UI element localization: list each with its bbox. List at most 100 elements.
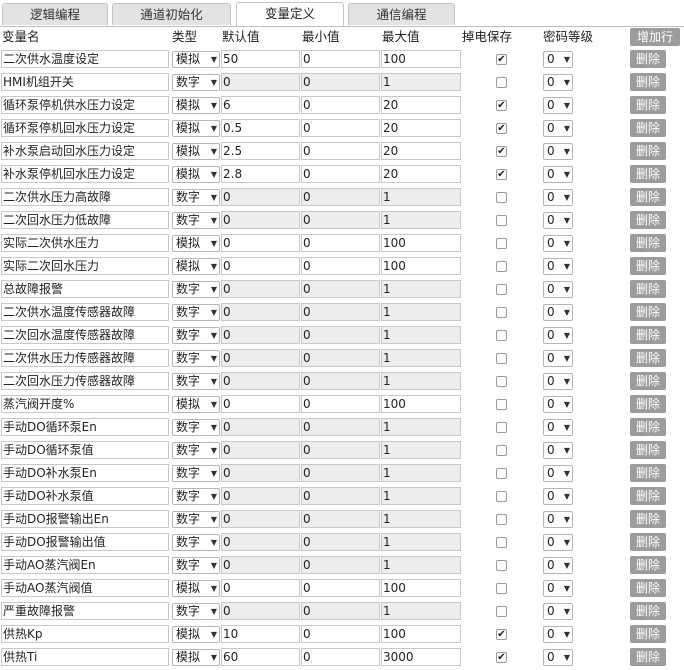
max-value-input[interactable]: 3000 <box>381 648 461 666</box>
default-value-input[interactable]: 0 <box>221 372 300 390</box>
max-value-input[interactable]: 20 <box>381 142 461 160</box>
default-value-input[interactable]: 0 <box>221 464 300 482</box>
variable-name-input[interactable]: 手动DO循环泵值 <box>1 441 169 459</box>
password-level-select[interactable]: 0 ▼ <box>543 327 573 344</box>
delete-row-button[interactable]: 删除 <box>630 234 666 252</box>
default-value-input[interactable]: 0 <box>221 188 300 206</box>
default-value-input[interactable]: 0 <box>221 349 300 367</box>
max-value-input[interactable]: 1 <box>381 73 461 91</box>
retain-checkbox[interactable]: ✔ <box>496 100 507 111</box>
retain-checkbox[interactable] <box>496 77 507 88</box>
default-value-input[interactable]: 0 <box>221 556 300 574</box>
variable-name-input[interactable]: 循环泵停机供水压力设定 <box>1 96 169 114</box>
variable-name-input[interactable]: 二次供水压力传感器故障 <box>1 349 169 367</box>
max-value-input[interactable]: 1 <box>381 188 461 206</box>
password-level-select[interactable]: 0 ▼ <box>543 419 573 436</box>
tab-logic-programming[interactable]: 逻辑编程 <box>2 3 108 25</box>
retain-checkbox[interactable] <box>496 445 507 456</box>
default-value-input[interactable]: 50 <box>221 50 300 68</box>
variable-name-input[interactable]: 手动AO蒸汽阀值 <box>1 579 169 597</box>
delete-row-button[interactable]: 删除 <box>630 96 666 114</box>
delete-row-button[interactable]: 删除 <box>630 211 666 229</box>
password-level-select[interactable]: 0 ▼ <box>543 442 573 459</box>
delete-row-button[interactable]: 删除 <box>630 395 666 413</box>
retain-checkbox[interactable] <box>496 583 507 594</box>
password-level-select[interactable]: 0 ▼ <box>543 120 573 137</box>
max-value-input[interactable]: 1 <box>381 326 461 344</box>
retain-checkbox[interactable]: ✔ <box>496 652 507 663</box>
min-value-input[interactable]: 0 <box>301 50 380 68</box>
type-select[interactable]: 数字 ▼ <box>172 304 220 321</box>
default-value-input[interactable]: 0 <box>221 211 300 229</box>
password-level-select[interactable]: 0 ▼ <box>543 166 573 183</box>
type-select[interactable]: 数字 ▼ <box>172 327 220 344</box>
min-value-input[interactable]: 0 <box>301 303 380 321</box>
variable-name-input[interactable]: 实际二次供水压力 <box>1 234 169 252</box>
default-value-input[interactable]: 0 <box>221 441 300 459</box>
default-value-input[interactable]: 0 <box>221 303 300 321</box>
min-value-input[interactable]: 0 <box>301 579 380 597</box>
password-level-select[interactable]: 0 ▼ <box>543 396 573 413</box>
min-value-input[interactable]: 0 <box>301 487 380 505</box>
type-select[interactable]: 数字 ▼ <box>172 419 220 436</box>
tab-variable-definition[interactable]: 变量定义 <box>236 2 344 26</box>
password-level-select[interactable]: 0 ▼ <box>543 626 573 643</box>
password-level-select[interactable]: 0 ▼ <box>543 373 573 390</box>
delete-row-button[interactable]: 删除 <box>630 50 666 68</box>
delete-row-button[interactable]: 删除 <box>630 648 666 666</box>
delete-row-button[interactable]: 删除 <box>630 142 666 160</box>
delete-row-button[interactable]: 删除 <box>630 625 666 643</box>
type-select[interactable]: 数字 ▼ <box>172 603 220 620</box>
variable-name-input[interactable]: 手动DO补水泵值 <box>1 487 169 505</box>
min-value-input[interactable]: 0 <box>301 395 380 413</box>
retain-checkbox[interactable] <box>496 238 507 249</box>
variable-name-input[interactable]: 手动DO报警输出En <box>1 510 169 528</box>
max-value-input[interactable]: 20 <box>381 119 461 137</box>
min-value-input[interactable]: 0 <box>301 533 380 551</box>
retain-checkbox[interactable] <box>496 560 507 571</box>
password-level-select[interactable]: 0 ▼ <box>543 304 573 321</box>
min-value-input[interactable]: 0 <box>301 142 380 160</box>
delete-row-button[interactable]: 删除 <box>630 418 666 436</box>
type-select[interactable]: 模拟 ▼ <box>172 626 220 643</box>
max-value-input[interactable]: 100 <box>381 625 461 643</box>
password-level-select[interactable]: 0 ▼ <box>543 557 573 574</box>
max-value-input[interactable]: 1 <box>381 487 461 505</box>
tab-channel-init[interactable]: 通道初始化 <box>112 3 231 25</box>
password-level-select[interactable]: 0 ▼ <box>543 212 573 229</box>
default-value-input[interactable]: 0 <box>221 533 300 551</box>
variable-name-input[interactable]: 二次供水温度设定 <box>1 50 169 68</box>
type-select[interactable]: 数字 ▼ <box>172 281 220 298</box>
password-level-select[interactable]: 0 ▼ <box>543 189 573 206</box>
min-value-input[interactable]: 0 <box>301 188 380 206</box>
delete-row-button[interactable]: 删除 <box>630 349 666 367</box>
min-value-input[interactable]: 0 <box>301 418 380 436</box>
variable-name-input[interactable]: 供热Ti <box>1 648 169 666</box>
type-select[interactable]: 数字 ▼ <box>172 350 220 367</box>
default-value-input[interactable]: 2.8 <box>221 165 300 183</box>
variable-name-input[interactable]: 蒸汽阀开度% <box>1 395 169 413</box>
min-value-input[interactable]: 0 <box>301 510 380 528</box>
password-level-select[interactable]: 0 ▼ <box>543 534 573 551</box>
type-select[interactable]: 模拟 ▼ <box>172 580 220 597</box>
password-level-select[interactable]: 0 ▼ <box>543 235 573 252</box>
max-value-input[interactable]: 100 <box>381 234 461 252</box>
variable-name-input[interactable]: 严重故障报警 <box>1 602 169 620</box>
default-value-input[interactable]: 2.5 <box>221 142 300 160</box>
default-value-input[interactable]: 0 <box>221 280 300 298</box>
default-value-input[interactable]: 0 <box>221 602 300 620</box>
retain-checkbox[interactable] <box>496 491 507 502</box>
retain-checkbox[interactable]: ✔ <box>496 54 507 65</box>
retain-checkbox[interactable] <box>496 376 507 387</box>
default-value-input[interactable]: 60 <box>221 648 300 666</box>
min-value-input[interactable]: 0 <box>301 257 380 275</box>
max-value-input[interactable]: 1 <box>381 510 461 528</box>
type-select[interactable]: 模拟 ▼ <box>172 97 220 114</box>
type-select[interactable]: 模拟 ▼ <box>172 396 220 413</box>
min-value-input[interactable]: 0 <box>301 96 380 114</box>
type-select[interactable]: 模拟 ▼ <box>172 649 220 666</box>
retain-checkbox[interactable] <box>496 606 507 617</box>
type-select[interactable]: 模拟 ▼ <box>172 143 220 160</box>
max-value-input[interactable]: 100 <box>381 257 461 275</box>
default-value-input[interactable]: 0 <box>221 234 300 252</box>
